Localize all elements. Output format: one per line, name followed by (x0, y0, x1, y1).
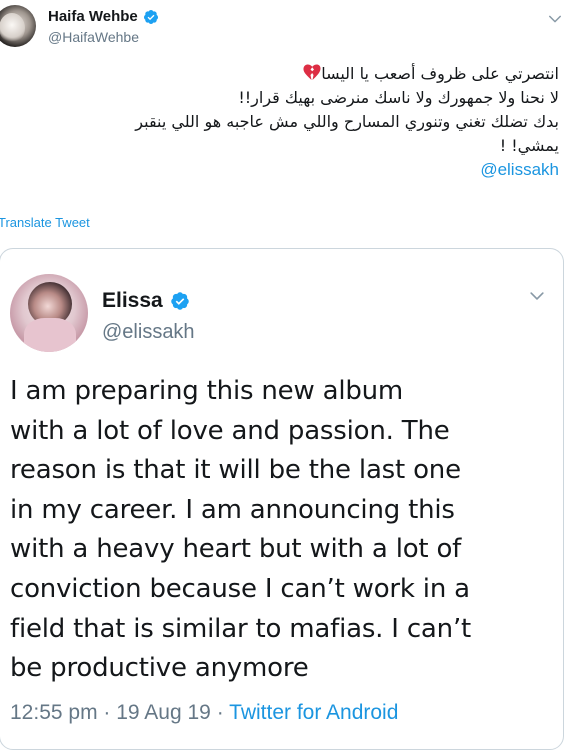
tweet-text: انتصرتي على ظروف أصعب يا اليسا لا نحنا و… (0, 62, 559, 182)
meta-separator: · (103, 701, 111, 724)
meta-separator: · (216, 701, 224, 724)
author-handle[interactable]: @HaifaWehbe (48, 29, 139, 45)
tweet-line-1: انتصرتي على ظروف أصعب يا اليسا (0, 62, 559, 86)
quoted-line-6: conviction because I can’t work in a (10, 573, 470, 604)
tweet-line-4: يمشي! ! (499, 136, 559, 155)
quoted-tweet-meta: 12:55 pm · 19 Aug 19 · Twitter for Andro… (10, 701, 398, 725)
tweet-time[interactable]: 12:55 pm (10, 701, 98, 724)
tweet-header: Haifa Wehbe @HaifaWehbe (0, 0, 573, 56)
author-name-row: Haifa Wehbe (48, 8, 159, 25)
quoted-tweet-text: I am preparing this new album with a lot… (10, 372, 558, 689)
tweet-source-link[interactable]: Twitter for Android (229, 701, 398, 724)
chevron-down-icon[interactable] (527, 286, 547, 306)
quoted-line-2: with a lot of love and passion. The (10, 415, 450, 446)
quoted-line-8: be productive anymore (10, 653, 309, 684)
broken-heart-icon (303, 64, 321, 80)
mention-line: @elissakh (0, 158, 559, 182)
author-avatar[interactable] (0, 5, 36, 47)
verified-badge-icon (143, 9, 158, 24)
quoted-line-7: field that is similar to mafias. I can’t (10, 613, 472, 644)
quoted-author-name-row: Elissa (102, 289, 190, 313)
quoted-line-5: with a heavy heart but with a lot of (10, 534, 462, 565)
quoted-author-avatar[interactable] (10, 274, 88, 352)
tweet-line-2: لا نحنا ولا جمهورك ولا ناسك منرضى بهيك ق… (238, 88, 559, 107)
chevron-down-icon[interactable] (546, 10, 564, 28)
quoted-line-4: in my career. I am announcing this (10, 494, 455, 525)
mention-link[interactable]: @elissakh (480, 160, 559, 179)
quoted-line-3: reason is that it will be the last one (10, 455, 461, 486)
tweet-line-1-text: انتصرتي على ظروف أصعب يا اليسا (321, 64, 559, 83)
verified-badge-icon (170, 292, 189, 310)
quoted-tweet[interactable]: Elissa @elissakh I am preparing this new… (0, 248, 564, 750)
author-name[interactable]: Haifa Wehbe (48, 8, 138, 25)
quoted-line-1: I am preparing this new album (10, 376, 404, 406)
quoted-author-name[interactable]: Elissa (102, 289, 163, 313)
tweet-line-3: بدك تضلك تغني وتنوري المسارح واللي مش عا… (135, 112, 559, 131)
tweet-date[interactable]: 19 Aug 19 (116, 701, 211, 724)
quoted-author-handle[interactable]: @elissakh (102, 321, 195, 344)
translate-tweet-link[interactable]: Translate Tweet (0, 215, 90, 230)
